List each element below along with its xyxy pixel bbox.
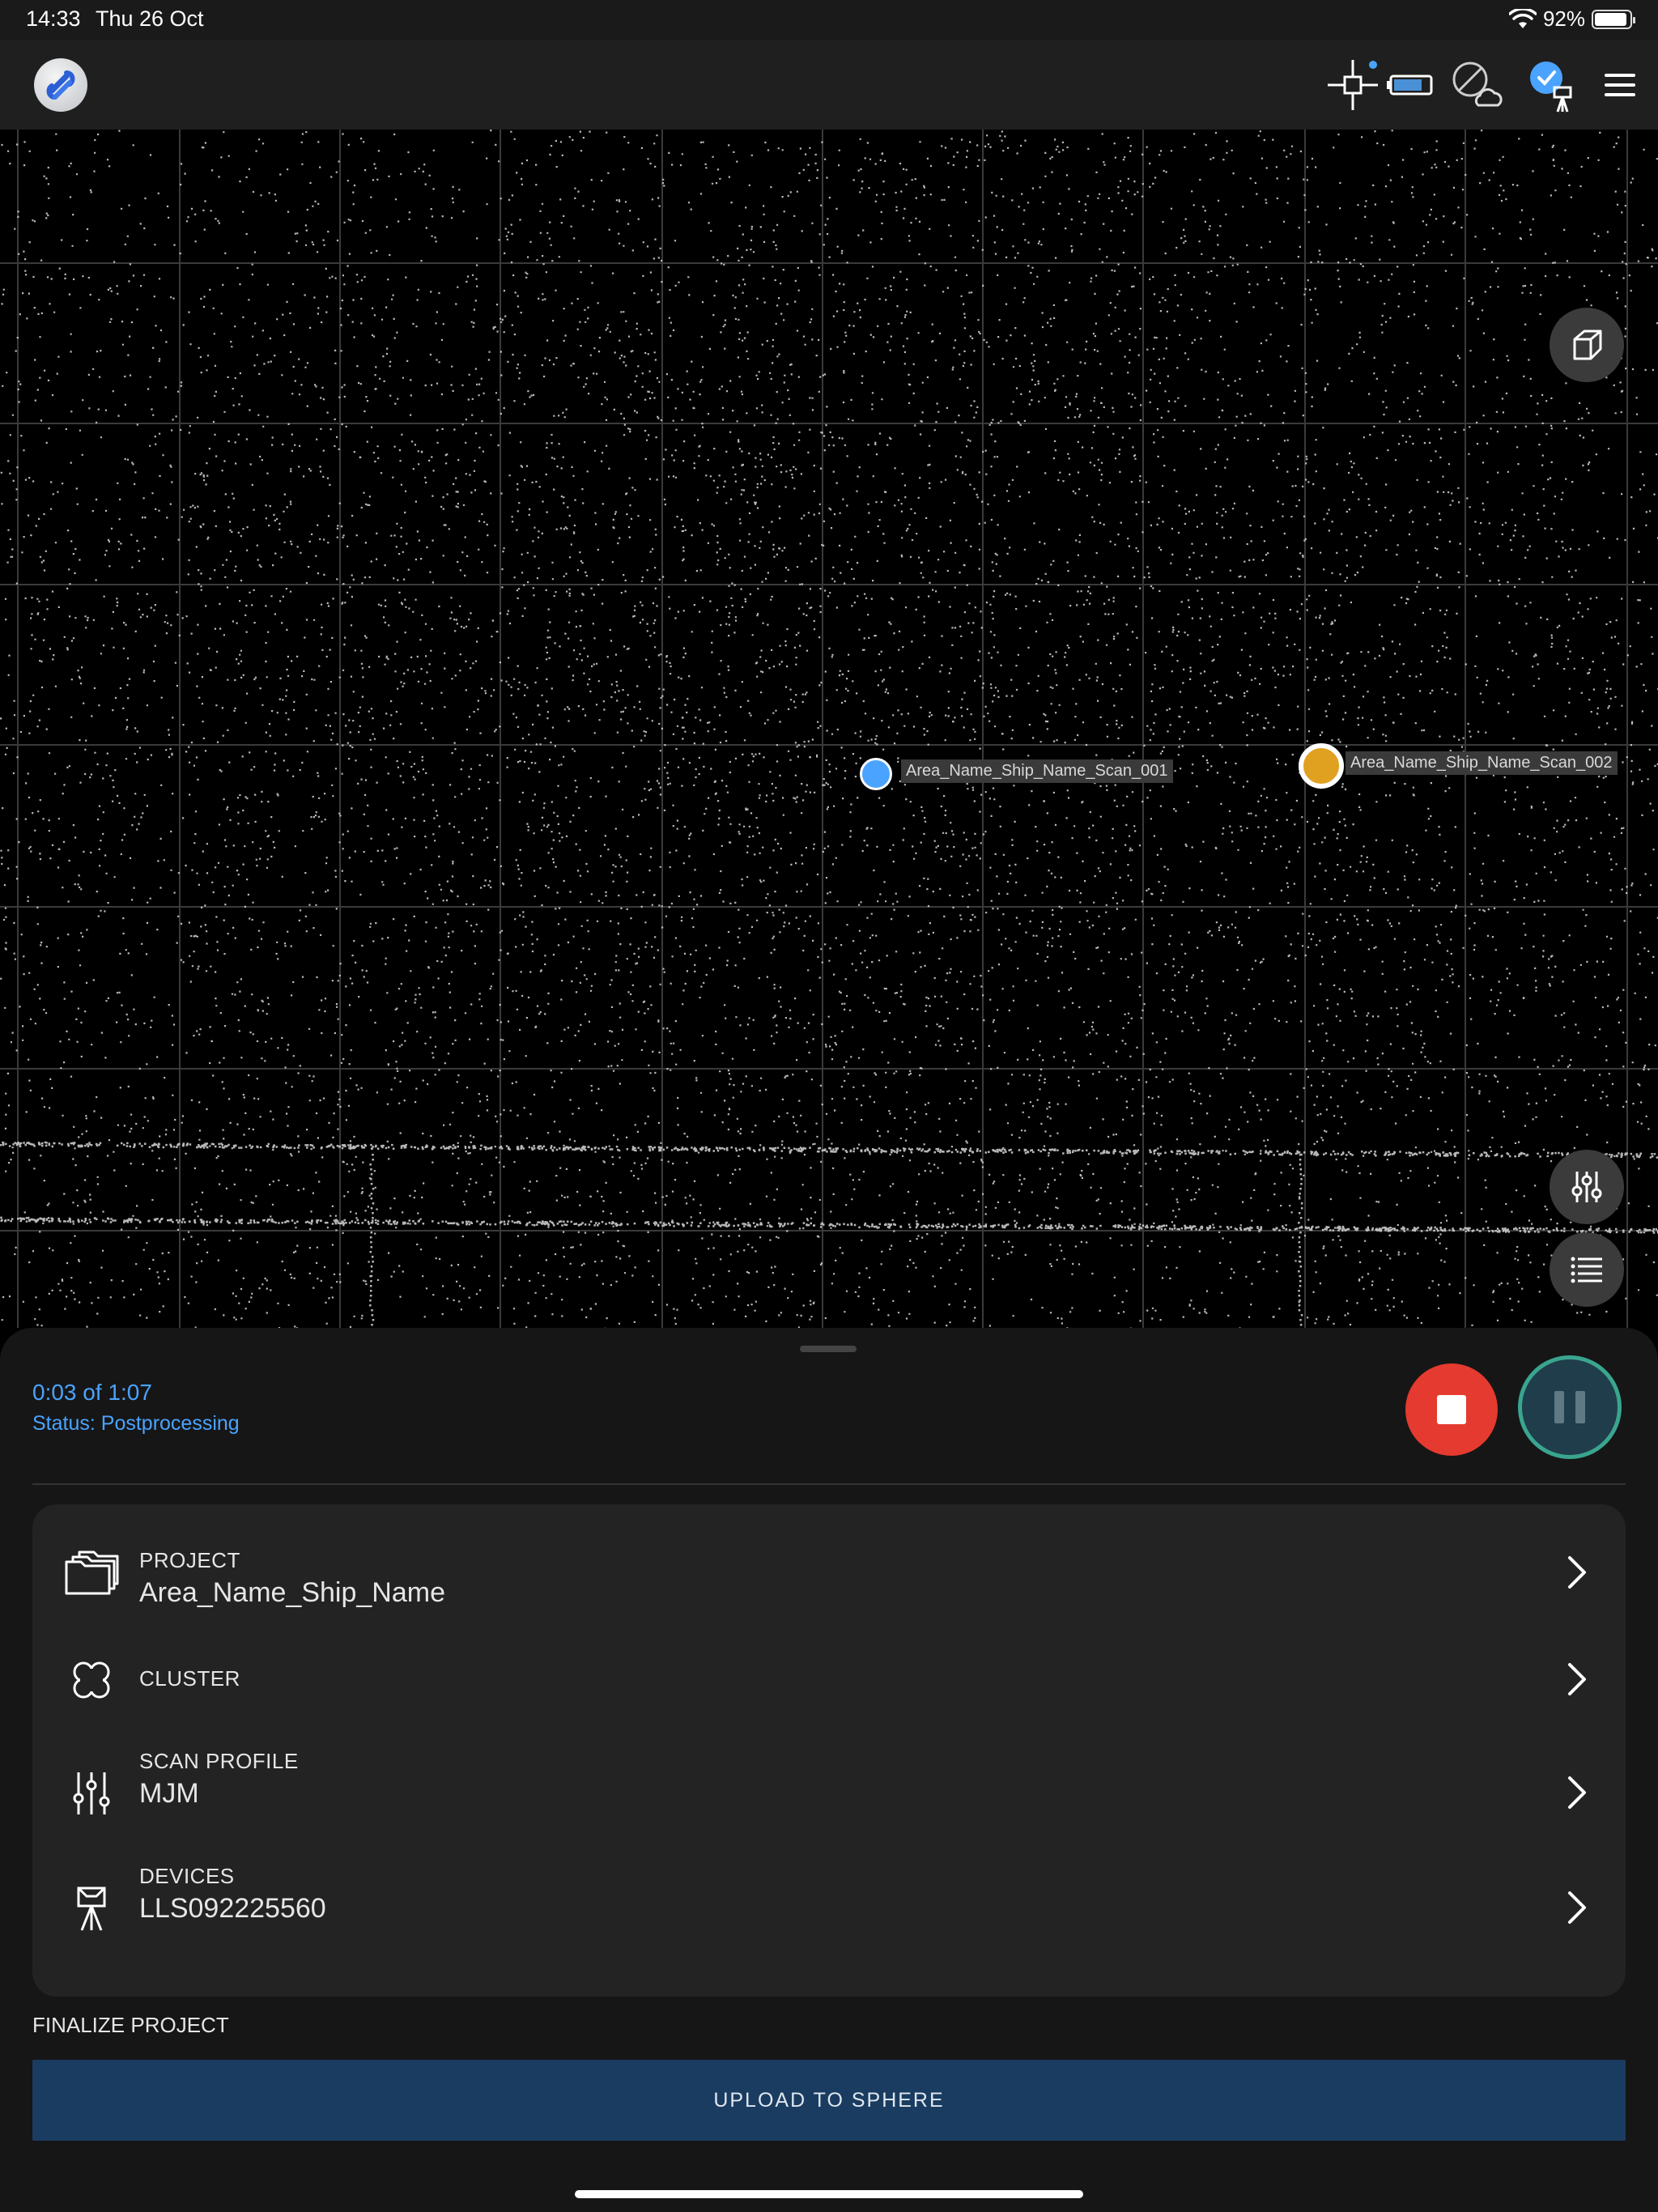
- status-right: 92%: [1508, 6, 1635, 32]
- scan-profile-title: SCAN PROFILE: [139, 1749, 299, 1773]
- scan-status: Status: Postprocessing: [32, 1412, 240, 1435]
- scanner-tripod-icon: [63, 1880, 120, 1937]
- point-cloud-canvas[interactable]: [0, 130, 1658, 1328]
- status-date: Thu 26 Oct: [96, 6, 204, 31]
- devices-row[interactable]: DEVICES LLS092225560: [32, 1856, 1626, 1961]
- folder-stack-icon: [63, 1545, 120, 1602]
- status-time: 14:33: [26, 6, 81, 31]
- sliders-icon: [63, 1765, 120, 1822]
- point-cloud-viewport[interactable]: Area_Name_Ship_Name_Scan_001 Area_Name_S…: [0, 130, 1658, 1328]
- list-icon[interactable]: [1550, 1232, 1624, 1307]
- project-value: Area_Name_Ship_Name: [139, 1577, 445, 1608]
- menu-icon[interactable]: [1592, 57, 1648, 113]
- cluster-row[interactable]: CLUSTER: [32, 1627, 1626, 1733]
- pause-icon: [1554, 1391, 1564, 1423]
- scan-label-001[interactable]: Area_Name_Ship_Name_Scan_001: [901, 759, 1173, 783]
- scan-profile-row[interactable]: SCAN PROFILE MJM: [32, 1741, 1626, 1846]
- pause-scan-button[interactable]: [1518, 1355, 1622, 1459]
- app-logo-icon[interactable]: [34, 58, 87, 112]
- 3d-view-cube-icon[interactable]: [1550, 308, 1624, 382]
- divider: [32, 1483, 1626, 1485]
- settings-card: PROJECT Area_Name_Ship_Name CLUSTER SCAN…: [32, 1504, 1626, 1997]
- devices-value: LLS092225560: [139, 1893, 326, 1924]
- sheet-grab-handle[interactable]: [800, 1346, 857, 1352]
- stop-scan-button[interactable]: [1405, 1363, 1498, 1456]
- scan-label-002[interactable]: Area_Name_Ship_Name_Scan_002: [1346, 751, 1618, 775]
- home-indicator: [575, 2190, 1083, 2198]
- status-bar: 14:33 Thu 26 Oct 92%: [0, 0, 1658, 40]
- battery-percent: 92%: [1542, 6, 1585, 31]
- chevron-right-icon: [1561, 1548, 1593, 1597]
- scan-progress-time: 0:03 of 1:07: [32, 1380, 152, 1405]
- project-title: PROJECT: [139, 1548, 240, 1572]
- cluster-title: CLUSTER: [139, 1666, 240, 1691]
- cluster-icon: [63, 1652, 120, 1708]
- scan-marker-001[interactable]: [860, 758, 892, 790]
- chevron-right-icon: [1561, 1768, 1593, 1817]
- scanner-connected-icon[interactable]: [1522, 57, 1579, 113]
- devices-title: DEVICES: [139, 1864, 235, 1888]
- chevron-right-icon: [1561, 1655, 1593, 1704]
- app-header: [0, 40, 1658, 130]
- wifi-icon: [1508, 8, 1537, 28]
- chevron-right-icon: [1561, 1883, 1593, 1932]
- finalize-project-label: FINALIZE PROJECT: [32, 2013, 229, 2037]
- scan-profile-value: MJM: [139, 1778, 199, 1809]
- scan-marker-002[interactable]: [1299, 743, 1344, 789]
- battery-device-icon[interactable]: [1383, 57, 1439, 113]
- filter-sliders-icon[interactable]: [1550, 1150, 1624, 1224]
- battery-icon: [1592, 9, 1635, 29]
- bottom-sheet: 0:03 of 1:07 Status: Postprocessing PROJ…: [0, 1328, 1658, 2212]
- upload-to-sphere-button[interactable]: UPLOAD TO SPHERE: [32, 2060, 1626, 2141]
- project-row[interactable]: PROJECT Area_Name_Ship_Name: [32, 1521, 1626, 1626]
- cloud-offline-icon[interactable]: [1448, 57, 1504, 113]
- target-crosshair-icon[interactable]: [1324, 57, 1381, 113]
- stop-icon: [1437, 1395, 1466, 1424]
